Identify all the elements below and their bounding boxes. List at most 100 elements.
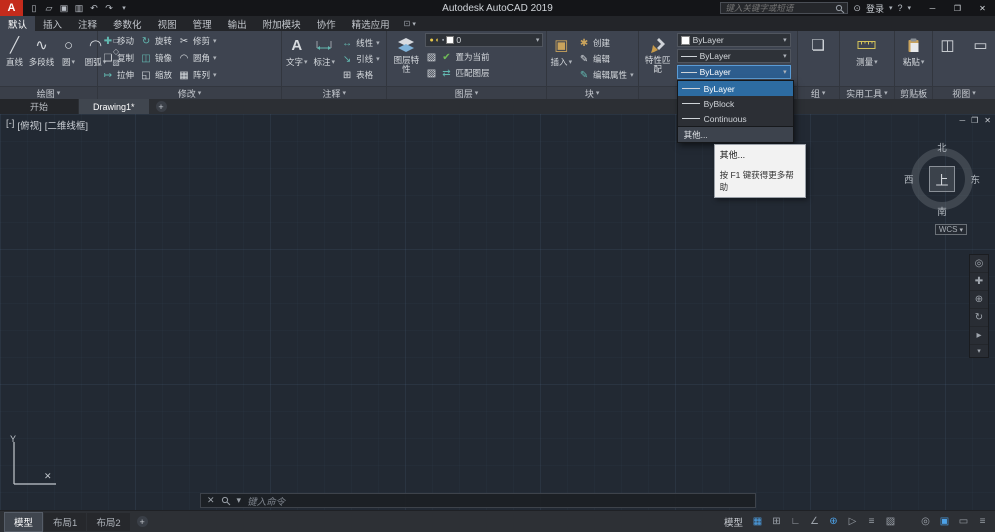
viewcube-east[interactable]: 东 — [970, 172, 980, 186]
command-close-icon[interactable]: ✕ — [207, 495, 215, 506]
new-file-icon[interactable]: ▯ — [27, 1, 41, 15]
dynamic-input-icon[interactable]: ▷ — [844, 514, 861, 530]
stretch-tool[interactable]: ↦ 拉伸 — [100, 67, 136, 83]
isolate-objects-icon[interactable]: ◎ — [917, 514, 934, 530]
line-tool[interactable]: ╱ 直线 — [2, 33, 27, 86]
polar-tracking-icon[interactable]: ∠ — [806, 514, 823, 530]
help-icon[interactable]: ? — [897, 3, 902, 13]
rotate-tool[interactable]: ↻ 旋转 — [138, 33, 174, 49]
viewcube-north[interactable]: 北 — [937, 140, 947, 154]
maximize-button[interactable]: ❐ — [945, 0, 970, 16]
panel-label-modify[interactable]: 修改 ▾ — [98, 86, 281, 99]
move-tool[interactable]: ✚ 移动 — [100, 33, 136, 49]
transparency-icon[interactable]: ▨ — [882, 514, 899, 530]
viewport-config-tool[interactable]: ◫ — [935, 33, 960, 86]
match-properties-tool[interactable]: 特性匹配 — [641, 33, 675, 86]
named-views-tool[interactable]: ▭ — [968, 33, 993, 86]
group-tool[interactable]: ❏ — [806, 33, 831, 86]
model-tab[interactable]: 模型 — [4, 511, 44, 532]
tab-addins[interactable]: 附加模块 — [255, 16, 309, 31]
hardware-acceleration-icon[interactable]: ▣ — [936, 514, 953, 530]
doc-close-button[interactable]: ✕ — [984, 116, 991, 125]
linetype-combo[interactable]: ByLayer ▾ ByLayer ByBlock Continuous 其他.… — [676, 65, 806, 198]
edit-attributes-tool[interactable]: ✎ 编辑属性 ▾ — [576, 67, 636, 83]
viewcube[interactable]: 北 西 东 南 上 — [903, 140, 981, 218]
drawing-tab[interactable]: Drawing1* — [79, 99, 149, 114]
wcs-menu[interactable]: WCS ▾ — [934, 224, 967, 235]
command-input[interactable]: 键入命令 — [247, 494, 285, 508]
close-button[interactable]: ✕ — [970, 0, 995, 16]
layout2-tab[interactable]: 布局2 — [87, 512, 130, 531]
insert-block-tool[interactable]: ▣ 插入 ▾ — [549, 33, 574, 86]
new-drawing-tab-button[interactable]: + — [155, 101, 167, 112]
nav-pan-icon[interactable]: ✚ — [970, 273, 988, 291]
panel-label-annotation[interactable]: 注释 ▾ — [282, 86, 387, 99]
search-input[interactable] — [721, 3, 848, 13]
minimize-button[interactable]: ─ — [920, 0, 945, 16]
sign-in-label[interactable]: 登录 — [866, 2, 884, 15]
panel-label-block[interactable]: 块 ▾ — [546, 86, 638, 99]
doc-minimize-button[interactable]: ─ — [959, 116, 965, 125]
measure-tool[interactable]: 测量 ▾ — [854, 33, 880, 86]
grid-toggle-icon[interactable]: ▦ — [749, 514, 766, 530]
paste-tool[interactable]: 粘贴 ▾ — [901, 33, 927, 86]
signin-arrow-icon[interactable]: ▾ — [889, 4, 893, 12]
leader-tool[interactable]: ↘ 引线 ▾ — [339, 51, 382, 67]
autocad-logo[interactable]: A — [0, 0, 23, 16]
viewcube-west[interactable]: 西 — [904, 172, 914, 186]
search-icon[interactable] — [835, 4, 845, 14]
panel-label-layers[interactable]: 图层 ▾ — [387, 86, 546, 99]
linetype-option-bylayer[interactable]: ByLayer — [677, 81, 793, 96]
panel-label-view[interactable]: 视图 ▾ — [933, 86, 995, 99]
save-icon[interactable]: ▣ — [57, 1, 71, 15]
dimension-tool[interactable]: 标注 ▾ — [312, 33, 338, 86]
nav-showmotion-icon[interactable]: ▸ — [970, 327, 988, 345]
ribbon-display-toggle[interactable]: ⊡ ▾ — [398, 16, 422, 31]
viewcube-top-face[interactable]: 上 — [929, 166, 955, 192]
linear-dim-tool[interactable]: ↔ 线性 ▾ — [339, 35, 382, 51]
nav-wheel-icon[interactable]: ◎ — [970, 255, 988, 273]
customization-menu-icon[interactable]: ≡ — [974, 514, 991, 530]
linetype-option-other[interactable]: 其他... — [677, 126, 793, 142]
match-layer-tool[interactable]: ▨ ⇄ 匹配图层 — [425, 65, 543, 81]
tab-annotate[interactable]: 注释 — [70, 16, 105, 31]
undo-icon[interactable]: ↶ — [87, 1, 101, 15]
panel-label-clipboard[interactable]: 剪贴板 — [895, 86, 932, 99]
copy-tool[interactable]: ❏ 复制 — [100, 50, 136, 66]
plot-icon[interactable]: ▥ — [72, 1, 86, 15]
nav-orbit-icon[interactable]: ↻ — [970, 309, 988, 327]
viewport-style-control[interactable]: [二维线框] — [45, 118, 88, 132]
viewport-menu-control[interactable]: [-] — [6, 118, 14, 132]
command-search-icon[interactable] — [221, 496, 231, 506]
command-recent-arrow-icon[interactable]: ▾ — [237, 495, 242, 506]
help-arrow-icon[interactable]: ▾ — [907, 4, 911, 12]
nav-more-arrow-icon[interactable]: ▾ — [970, 345, 988, 357]
array-tool[interactable]: ▦ 阵列 ▾ — [176, 67, 219, 83]
tab-parametric[interactable]: 参数化 — [105, 16, 150, 31]
snap-toggle-icon[interactable]: ⊞ — [768, 514, 785, 530]
doc-restore-button[interactable]: ❐ — [971, 116, 978, 125]
ortho-toggle-icon[interactable]: ∟ — [787, 514, 804, 530]
tab-view[interactable]: 视图 — [150, 16, 185, 31]
nav-zoom-icon[interactable]: ⊕ — [970, 291, 988, 309]
table-tool[interactable]: ⊞ 表格 — [339, 67, 382, 83]
tab-output[interactable]: 输出 — [220, 16, 255, 31]
text-tool[interactable]: A 文字 ▾ — [284, 33, 310, 86]
new-layout-button[interactable]: + — [136, 516, 148, 527]
object-color-combo[interactable]: ByLayer ▾ — [676, 33, 791, 47]
redo-icon[interactable]: ↷ — [102, 1, 116, 15]
viewcube-south[interactable]: 南 — [937, 204, 947, 218]
tab-home[interactable]: 默认 — [0, 16, 36, 31]
layer-combo[interactable]: ● ◐ ▪ 0 ▾ — [425, 33, 544, 47]
panel-label-groups[interactable]: 组 ▾ — [797, 86, 839, 99]
clean-screen-icon[interactable]: ▭ — [955, 514, 972, 530]
mirror-tool[interactable]: ◫ 镜像 — [138, 50, 174, 66]
space-mode-label[interactable]: 模型 — [724, 515, 743, 529]
trim-tool[interactable]: ✂ 修剪 ▾ — [176, 33, 219, 49]
qat-customize-arrow-icon[interactable]: ▾ — [117, 1, 131, 15]
lineweight-display-icon[interactable]: ≡ — [863, 514, 880, 530]
layer-properties-tool[interactable]: 图层特性 — [389, 33, 423, 86]
linetype-option-byblock[interactable]: ByBlock — [678, 96, 793, 111]
tab-manage[interactable]: 管理 — [185, 16, 220, 31]
object-snap-icon[interactable]: ⊕ — [825, 514, 842, 530]
